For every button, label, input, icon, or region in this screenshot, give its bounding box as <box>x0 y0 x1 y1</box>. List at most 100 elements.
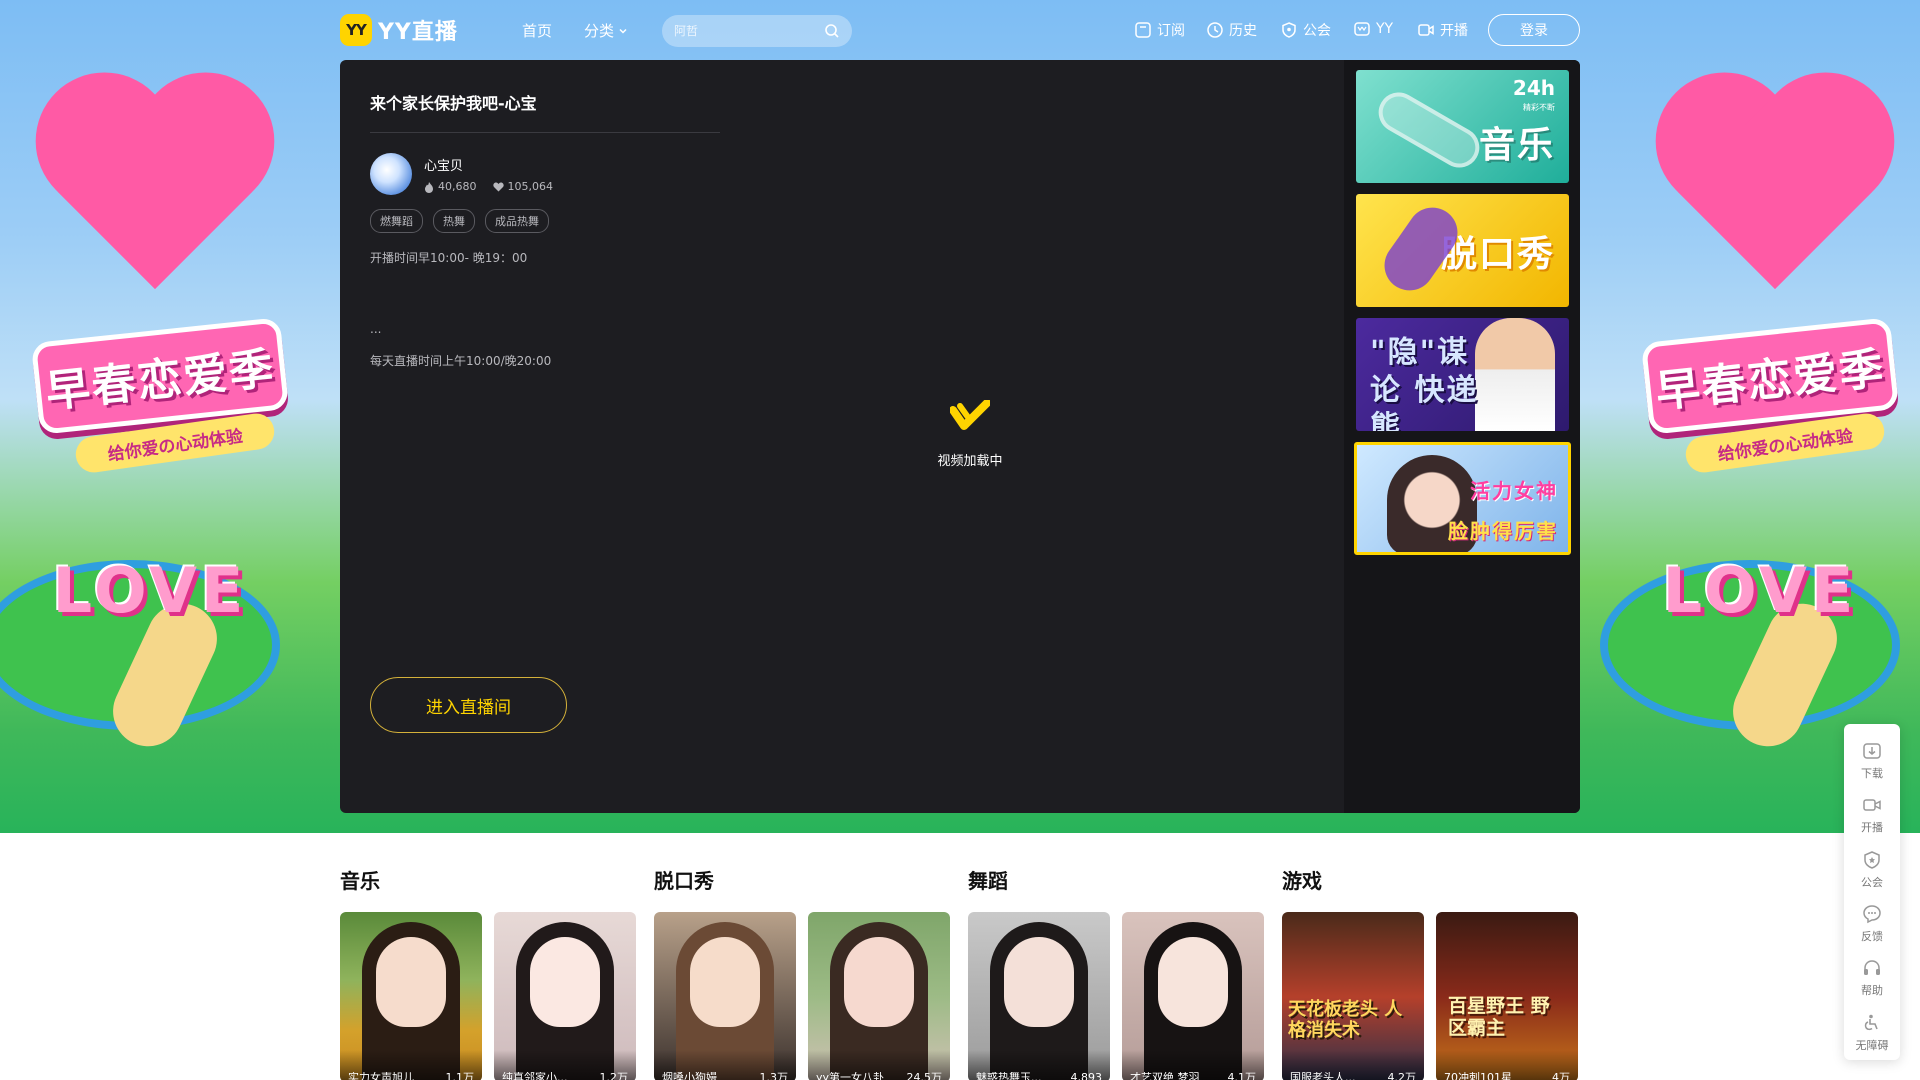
card-face <box>690 937 760 1027</box>
nav-subscribe-label: 订阅 <box>1157 23 1185 39</box>
nav-subscribe[interactable]: 订阅 <box>1134 20 1185 40</box>
yy-logo[interactable]: YY YY直播 <box>340 14 458 46</box>
yy-icon <box>1354 22 1370 36</box>
card-count: 1.1万 <box>445 1071 475 1080</box>
card-info: yy第一女八卦 24.5万 <box>808 1050 950 1080</box>
feedback-icon <box>1863 905 1881 924</box>
tag[interactable]: 热舞 <box>433 209 475 233</box>
schedule-text: 开播时间早10:00- 晚19：00 <box>370 251 528 265</box>
recommend-thumb-bear[interactable]: "隐"谋论 快递熊 <box>1356 318 1569 431</box>
stream-card[interactable]: 才艺双绝 梦羽 4.1万 <box>1122 912 1264 1080</box>
camera-icon <box>1863 799 1881 812</box>
camera-icon <box>1418 24 1434 36</box>
stream-card[interactable]: 纯真邻家小... 1.2万 <box>494 912 636 1080</box>
nav-guild[interactable]: 公会 <box>1280 20 1331 40</box>
recommend-thumb-goddess[interactable]: 活力女神 脸肿得厉害 <box>1354 442 1571 555</box>
logo-text: YY直播 <box>378 20 458 45</box>
nav-history-label: 历史 <box>1229 23 1257 39</box>
card-count: 4,893 <box>1070 1071 1103 1080</box>
card-name: 国服老头人... <box>1290 1072 1356 1080</box>
card-game-art: 天花板老头 人格消失术 <box>1288 999 1403 1041</box>
nav-category-label: 分类 <box>584 22 615 40</box>
heat-stat: 40,680 <box>424 180 477 193</box>
section-title[interactable]: 音乐 <box>340 865 636 894</box>
card-face <box>844 937 914 1027</box>
nav-home[interactable]: 首页 <box>522 20 552 41</box>
float-broadcast-label: 开播 <box>1861 821 1883 835</box>
card-info: 才艺双绝 梦羽 4.1万 <box>1122 1050 1264 1080</box>
headset-icon <box>1864 960 1880 976</box>
tag[interactable]: 燃舞蹈 <box>370 209 423 233</box>
enter-room-button[interactable]: 进入直播间 <box>370 677 567 733</box>
float-download-label: 下载 <box>1861 767 1883 781</box>
anchor-avatar[interactable] <box>370 153 412 195</box>
thumb-badge-sub: 精彩不断 <box>1523 103 1555 112</box>
card-face <box>1004 937 1074 1027</box>
card-count: 4万 <box>1552 1071 1570 1080</box>
stream-card[interactable]: 烟嗓小狗嫚 1.3万 <box>654 912 796 1080</box>
search-icon[interactable] <box>824 23 840 39</box>
card-game-art: 百星野王 野区霸主 <box>1448 995 1550 1039</box>
section-title[interactable]: 脱口秀 <box>654 865 950 894</box>
schedule-text-2: 每天直播时间上午10:00/晚20:00 <box>370 354 552 368</box>
video-loading: 视频加载中 <box>920 399 1020 469</box>
card-face <box>530 937 600 1027</box>
card-count: 1.2万 <box>599 1071 629 1080</box>
search-input[interactable] <box>674 24 824 38</box>
nav-history[interactable]: 历史 <box>1206 20 1257 40</box>
stream-card[interactable]: 实力女声旭儿 1.1万 <box>340 912 482 1080</box>
section-title[interactable]: 游戏 <box>1282 865 1578 894</box>
float-guild-label: 公会 <box>1861 875 1883 889</box>
loading-text: 视频加载中 <box>937 454 1003 469</box>
ellipsis-text: ... <box>370 322 382 336</box>
love-sign: LOVE <box>1662 553 1858 627</box>
float-accessibility-label: 无障碍 <box>1855 1038 1889 1052</box>
nav-guild-label: 公会 <box>1303 23 1331 39</box>
love-sign: LOVE <box>52 553 248 627</box>
shield-icon <box>1282 22 1296 38</box>
flame-icon <box>425 181 433 193</box>
float-feedback-label: 反馈 <box>1861 930 1883 944</box>
card-info: 烟嗓小狗嫚 1.3万 <box>654 1050 796 1080</box>
bookmark-icon <box>1135 22 1151 38</box>
section-title[interactable]: 舞蹈 <box>968 865 1264 894</box>
recommend-thumb-music[interactable]: 24h 精彩不断 音乐 <box>1356 70 1569 183</box>
anchor-stats: 40,680 105,064 <box>424 180 553 193</box>
thumb-badge: 24h <box>1512 76 1555 100</box>
section-game: 游戏 天花板老头 人格消失术 国服老头人... 4.2万 百星野王 野区霸主 70… <box>1282 865 1578 1080</box>
float-accessibility[interactable]: 无障碍 <box>1844 1006 1900 1060</box>
card-name: 烟嗓小狗嫚 <box>662 1072 717 1080</box>
float-feedback[interactable]: 反馈 <box>1844 897 1900 951</box>
logo-badge: YY <box>340 14 372 46</box>
stream-card[interactable]: 百星野王 野区霸主 70冲刺101星 4万 <box>1436 912 1578 1080</box>
section-music: 音乐 实力女声旭儿 1.1万 纯真邻家小... 1.2万 <box>340 865 636 1080</box>
accessibility-icon <box>1864 1014 1878 1030</box>
float-guild[interactable]: 公会 <box>1844 843 1900 897</box>
float-broadcast[interactable]: 开播 <box>1844 788 1900 842</box>
fans-stat: 105,064 <box>492 180 553 193</box>
thumb-title: 活力女神 <box>1470 479 1558 503</box>
nav-yy-label: YY <box>1376 21 1394 37</box>
tag[interactable]: 成品热舞 <box>485 209 549 233</box>
stream-card[interactable]: yy第一女八卦 24.5万 <box>808 912 950 1080</box>
anchor-info: 心宝贝 40,680 105,064 <box>370 153 720 195</box>
nav-category[interactable]: 分类 <box>584 20 628 41</box>
nav-yy[interactable]: YY <box>1353 20 1393 38</box>
stream-card[interactable]: 魅惑热舞玉... 4,893 <box>968 912 1110 1080</box>
card-name: yy第一女八卦 <box>816 1072 885 1080</box>
recommend-thumb-talkshow[interactable]: 脱口秀 <box>1356 194 1569 307</box>
heart-decoration <box>1649 80 1902 300</box>
card-name: 才艺双绝 梦羽 <box>1130 1072 1200 1080</box>
float-download[interactable]: 下载 <box>1844 734 1900 788</box>
keyboard-graphic <box>1371 85 1487 175</box>
stream-card[interactable]: 天花板老头 人格消失术 国服老头人... 4.2万 <box>1282 912 1424 1080</box>
card-count: 1.3万 <box>759 1071 789 1080</box>
float-help-label: 帮助 <box>1861 984 1883 998</box>
anchor-name[interactable]: 心宝贝 <box>424 155 553 174</box>
chevron-down-icon <box>619 28 627 34</box>
float-help[interactable]: 帮助 <box>1844 951 1900 1005</box>
login-button[interactable]: 登录 <box>1488 14 1580 46</box>
card-info: 70冲刺101星 4万 <box>1436 1050 1578 1080</box>
nav-broadcast[interactable]: 开播 <box>1417 20 1468 40</box>
room-info: 来个家长保护我吧-心宝 心宝贝 40,680 105,064 燃舞蹈 热舞 成品… <box>370 90 720 369</box>
